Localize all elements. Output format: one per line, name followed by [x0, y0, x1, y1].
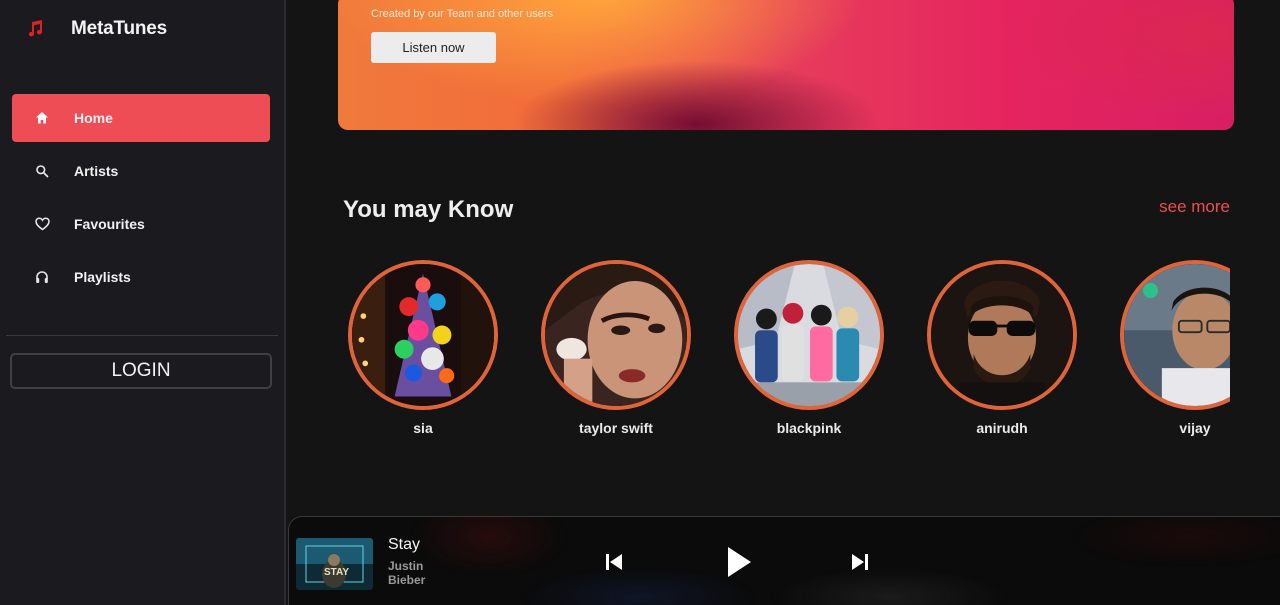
avatar: [734, 260, 884, 410]
search-icon: [34, 163, 50, 179]
sidebar-item-artists[interactable]: Artists: [12, 147, 270, 195]
skip-previous-icon: [606, 554, 622, 570]
see-more-link[interactable]: see more: [1159, 197, 1230, 217]
artist-photo-sia: [352, 264, 494, 406]
artist-card-vijay[interactable]: vijay: [1120, 260, 1230, 436]
app-root: MetaTunes Home Artists Favourites Playli…: [0, 0, 1280, 605]
heart-icon: [34, 216, 50, 232]
artist-photo-anirudh: [931, 264, 1073, 406]
avatar: [1120, 260, 1230, 410]
artist-card-taylor-swift[interactable]: taylor swift: [541, 260, 691, 436]
play-button[interactable]: [723, 545, 755, 579]
artist-photo-blackpink: [738, 264, 880, 406]
sidebar-divider: [6, 335, 278, 336]
artist-name: vijay: [1179, 420, 1211, 436]
player-bar: STAY Stay Justin Bieber: [288, 516, 1280, 605]
album-art: STAY: [296, 538, 373, 590]
artist-card-sia[interactable]: sia: [348, 260, 498, 436]
hero-subtitle: Created by our Team and other users: [371, 8, 554, 20]
sidebar-item-home[interactable]: Home: [12, 94, 270, 142]
sidebar-item-label: Playlists: [74, 269, 131, 285]
artist-name: blackpink: [776, 420, 842, 436]
hero-banner: Created by our Team and other users List…: [338, 0, 1234, 130]
listen-now-button[interactable]: Listen now: [371, 32, 496, 63]
next-button[interactable]: [849, 551, 871, 573]
artist-photo-taylor-swift: [545, 264, 687, 406]
section-title: You may Know: [343, 196, 514, 223]
main-content: Created by our Team and other users List…: [288, 0, 1280, 605]
sidebar-nav: Home Artists Favourites Playlists: [12, 94, 270, 306]
cover-text: STAY: [324, 567, 349, 578]
skip-next-icon: [852, 554, 868, 570]
track-title: Stay: [388, 536, 421, 553]
sidebar-item-label: Home: [74, 110, 113, 126]
sidebar-item-favourites[interactable]: Favourites: [12, 200, 270, 248]
artist-photo-vijay: [1124, 264, 1230, 406]
sidebar-item-label: Favourites: [74, 216, 145, 232]
headphones-icon: [34, 269, 50, 285]
artist-card-blackpink[interactable]: blackpink: [734, 260, 884, 436]
avatar: [541, 260, 691, 410]
brand[interactable]: MetaTunes: [24, 18, 167, 40]
track-artist: Justin Bieber: [388, 559, 426, 587]
track-cover[interactable]: STAY: [296, 538, 373, 590]
music-note-icon: [24, 18, 46, 40]
home-icon: [34, 110, 50, 126]
app-name: MetaTunes: [71, 18, 168, 39]
previous-button[interactable]: [603, 551, 625, 573]
login-button[interactable]: LOGIN: [10, 353, 272, 389]
artist-name: sia: [413, 420, 433, 436]
play-icon: [728, 547, 751, 577]
avatar: [348, 260, 498, 410]
sidebar-item-playlists[interactable]: Playlists: [12, 253, 270, 301]
sidebar: MetaTunes Home Artists Favourites Playli…: [0, 0, 286, 605]
avatar: [927, 260, 1077, 410]
artist-name: taylor swift: [579, 420, 653, 436]
artist-card-anirudh[interactable]: anirudh: [927, 260, 1077, 436]
sidebar-item-label: Artists: [74, 163, 119, 179]
artist-name: anirudh: [976, 420, 1028, 436]
artist-carousel: sia taylor swift blackpink anirudh vijay: [348, 260, 1230, 440]
